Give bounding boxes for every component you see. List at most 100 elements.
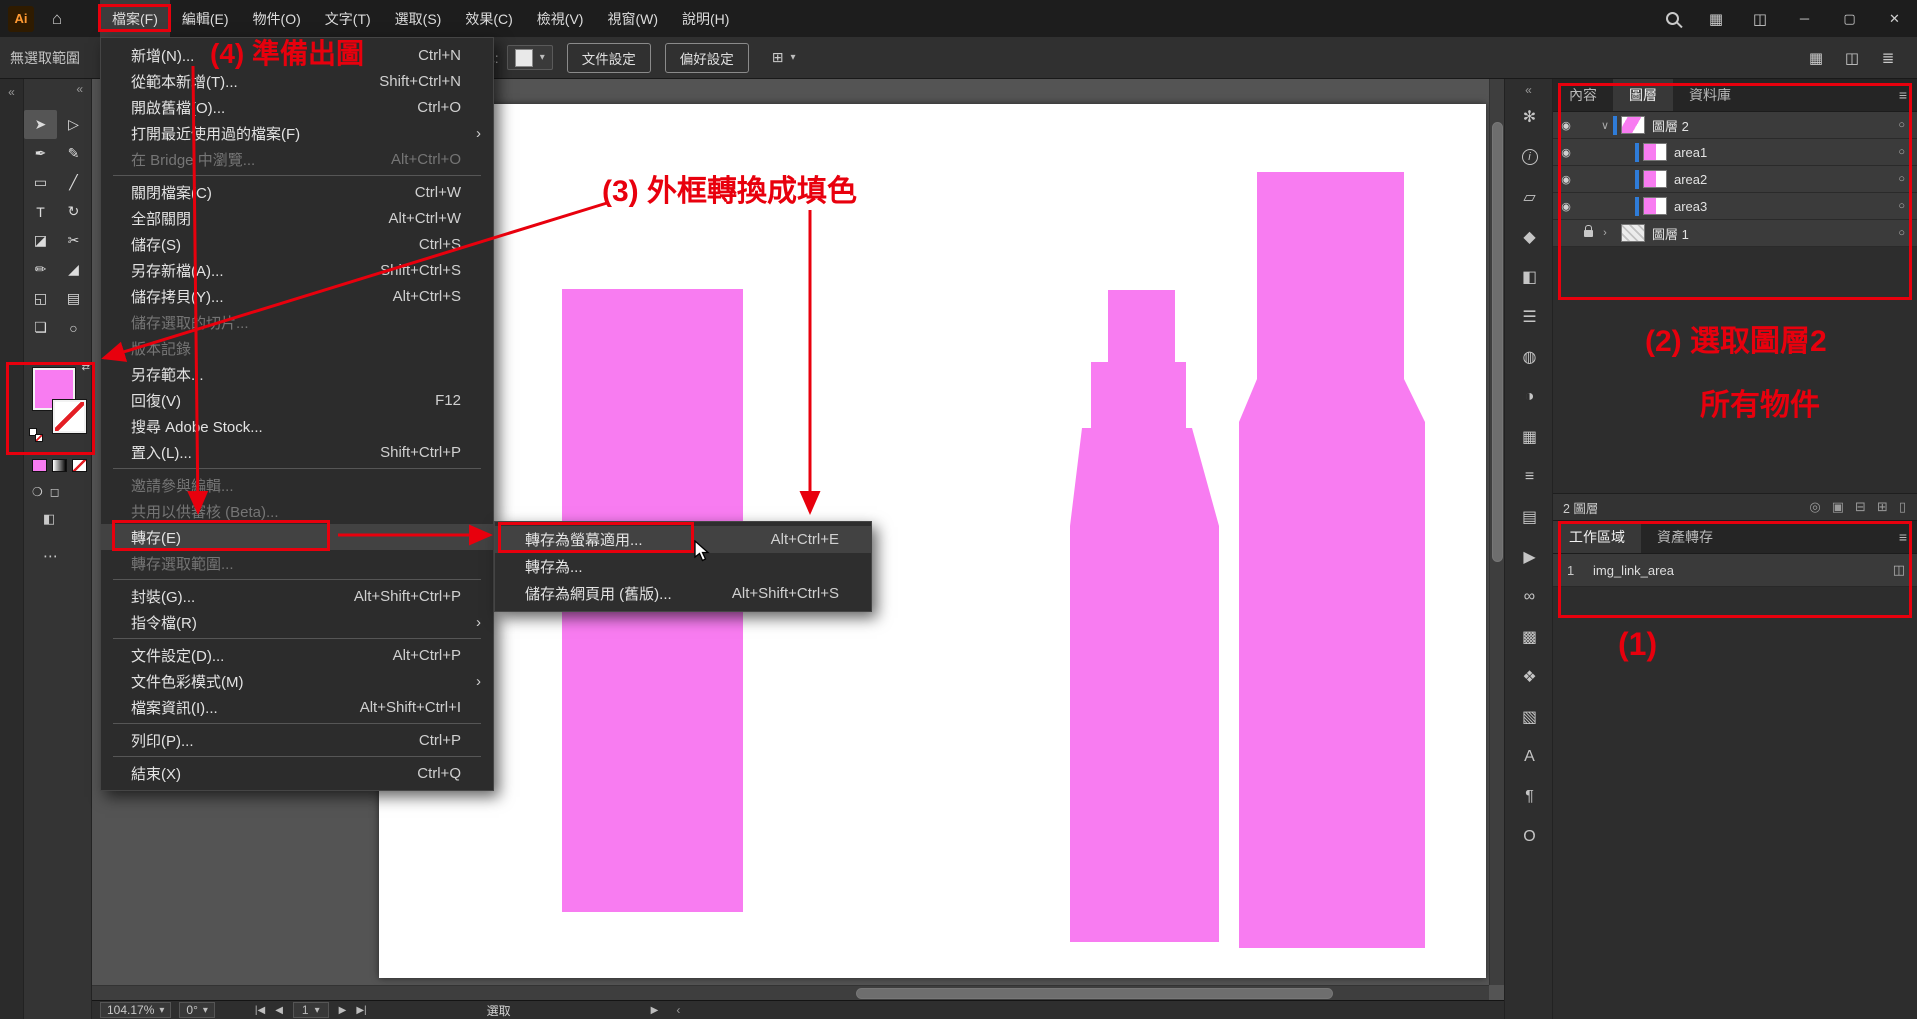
export-submenu-item[interactable]: 儲存為網頁用 (舊版)... Alt+Shift+Ctrl+S bbox=[495, 580, 871, 607]
tile-documents-icon[interactable]: ◫ bbox=[1837, 39, 1867, 76]
screen-mode-icon[interactable]: ◧ bbox=[43, 511, 55, 526]
new-layer-icon[interactable]: ⊞ bbox=[1877, 499, 1888, 515]
file-menu-item[interactable]: 文件色彩模式(M) › bbox=[101, 668, 493, 694]
document-layout-icon[interactable]: ◫ bbox=[1738, 0, 1782, 37]
draw-normal-icon[interactable]: ❍ bbox=[32, 485, 43, 499]
apply-none-button[interactable] bbox=[72, 459, 87, 472]
selection-tool[interactable]: ➤ bbox=[24, 110, 57, 139]
file-menu-item[interactable] bbox=[113, 638, 481, 639]
first-artboard-button[interactable]: |◀ bbox=[255, 1005, 265, 1016]
info-icon[interactable]: i bbox=[1505, 137, 1554, 177]
artboard-row[interactable]: 1 img_link_area ◫ bbox=[1553, 554, 1917, 587]
artboard-row-name[interactable]: img_link_area bbox=[1593, 563, 1893, 578]
bottle-large-shape[interactable] bbox=[1239, 172, 1425, 948]
swatches-icon[interactable]: ◍ bbox=[1505, 337, 1554, 377]
file-menu-item[interactable]: 邀請參與編輯... bbox=[101, 472, 493, 498]
artboard-icon[interactable]: ◫ bbox=[1893, 562, 1905, 578]
layer-row[interactable]: ◉ ∨ 圖層 2 ○ bbox=[1553, 112, 1917, 139]
status-play-icon[interactable]: ▶ bbox=[651, 1005, 659, 1016]
bottle-small-shape[interactable] bbox=[1070, 290, 1219, 942]
panel-tab[interactable]: 圖層 bbox=[1613, 79, 1673, 111]
stroke-icon[interactable]: ☰ bbox=[1505, 297, 1554, 337]
links-icon[interactable]: ∞ bbox=[1505, 577, 1554, 617]
file-menu-item[interactable]: 結束(X) Ctrl+Q bbox=[101, 760, 493, 786]
blob-icon[interactable]: ◆ bbox=[1505, 217, 1554, 257]
menubar-item[interactable]: 檔案(F) bbox=[100, 0, 170, 37]
vertical-scrollbar-thumb[interactable] bbox=[1492, 122, 1503, 562]
file-menu-item[interactable] bbox=[113, 579, 481, 580]
layer-name[interactable]: 圖層 1 bbox=[1652, 224, 1898, 243]
file-menu-item[interactable]: 文件設定(D)... Alt+Ctrl+P bbox=[101, 642, 493, 668]
arrange-documents-icon[interactable]: ▦ bbox=[1801, 39, 1831, 76]
layer-thumbnail[interactable] bbox=[1643, 197, 1667, 215]
menubar-item[interactable]: 編輯(E) bbox=[170, 0, 241, 37]
lock-icon[interactable] bbox=[1584, 230, 1593, 237]
file-menu-item[interactable]: 儲存拷貝(Y)... Alt+Ctrl+S bbox=[101, 283, 493, 309]
swap-fill-stroke-icon[interactable]: ⇄ bbox=[82, 362, 90, 373]
horizontal-scrollbar[interactable] bbox=[92, 985, 1489, 1000]
rotation-dropdown[interactable]: 0° ▾ bbox=[179, 1002, 215, 1018]
file-menu-item[interactable]: 儲存選取的切片... bbox=[101, 309, 493, 335]
minimize-icon[interactable]: ─ bbox=[1782, 0, 1827, 37]
layer-thumbnail[interactable] bbox=[1643, 170, 1667, 188]
search-icon[interactable] bbox=[1650, 0, 1694, 37]
menubar-item[interactable]: 文字(T) bbox=[313, 0, 383, 37]
file-menu-item[interactable]: 新增(N)... Ctrl+N bbox=[101, 42, 493, 68]
expand-chevron-icon[interactable]: › bbox=[1597, 227, 1613, 239]
menubar-item[interactable]: 選取(S) bbox=[383, 0, 454, 37]
rotate-tool[interactable]: ↻ bbox=[57, 197, 90, 226]
appearance-icon[interactable]: ≡ bbox=[1505, 457, 1554, 497]
rectangle-tool[interactable]: ▭ bbox=[24, 168, 57, 197]
file-menu-item[interactable]: 從範本新增(T)... Shift+Ctrl+N bbox=[101, 68, 493, 94]
transparency-icon[interactable]: ◑ bbox=[1505, 377, 1554, 417]
document-setup-button[interactable]: 文件設定 bbox=[567, 43, 651, 73]
export-submenu-item[interactable]: 轉存為螢幕適用... Alt+Ctrl+E bbox=[495, 526, 871, 553]
file-menu-item[interactable]: 檔案資訊(I)... Alt+Shift+Ctrl+I bbox=[101, 694, 493, 720]
zoom-level-dropdown[interactable]: 104.17% ▾ bbox=[100, 1002, 171, 1018]
layer-thumbnail[interactable] bbox=[1643, 143, 1667, 161]
file-menu-item[interactable]: 轉存選取範圍... bbox=[101, 550, 493, 576]
collapse-dock-icon[interactable]: « bbox=[8, 85, 15, 99]
file-menu-item[interactable]: 在 Bridge 中瀏覽... Alt+Ctrl+O bbox=[101, 146, 493, 172]
artboard-number-dropdown[interactable]: 1 ▾ bbox=[293, 1002, 329, 1018]
menubar-item[interactable]: 視窗(W) bbox=[595, 0, 670, 37]
apply-gradient-button[interactable] bbox=[52, 459, 67, 472]
file-menu-item[interactable]: 儲存(S) Ctrl+S bbox=[101, 231, 493, 257]
panel-menu-icon[interactable]: ≣ bbox=[1873, 39, 1903, 76]
maximize-icon[interactable]: ▢ bbox=[1827, 0, 1872, 37]
preferences-button[interactable]: 偏好設定 bbox=[665, 43, 749, 73]
file-menu-item[interactable]: 共用以供審核 (Beta)... bbox=[101, 498, 493, 524]
layer-name[interactable]: 圖層 2 bbox=[1652, 116, 1898, 135]
file-menu-item[interactable]: 封裝(G)... Alt+Shift+Ctrl+P bbox=[101, 583, 493, 609]
pathfinder-icon[interactable]: ▦ bbox=[1505, 417, 1554, 457]
statusbar-handle-icon[interactable]: ‹ bbox=[676, 1003, 680, 1017]
transform-icon[interactable]: ▱ bbox=[1505, 177, 1554, 217]
default-fill-stroke-icon[interactable] bbox=[29, 428, 43, 442]
panel-tab[interactable]: 資料庫 bbox=[1673, 79, 1747, 111]
scissors-tool[interactable]: ✂ bbox=[57, 226, 90, 255]
layer-name[interactable]: area2 bbox=[1674, 172, 1898, 187]
visibility-eye-icon[interactable]: ◉ bbox=[1561, 146, 1571, 159]
last-artboard-button[interactable]: ▶| bbox=[356, 1005, 366, 1016]
menubar-item[interactable]: 物件(O) bbox=[241, 0, 313, 37]
draw-behind-icon[interactable]: ◻ bbox=[50, 485, 60, 499]
paintbrush-tool[interactable]: ✏ bbox=[24, 255, 57, 284]
layer-name[interactable]: area1 bbox=[1674, 145, 1898, 160]
file-menu-item[interactable] bbox=[113, 468, 481, 469]
collapse-toolbar-icon[interactable]: « bbox=[24, 79, 91, 96]
home-icon[interactable]: ⌂ bbox=[42, 0, 72, 37]
visibility-eye-icon[interactable]: ◉ bbox=[1561, 173, 1571, 186]
pen-tool[interactable]: ✒ bbox=[24, 139, 57, 168]
target-circle-icon[interactable]: ○ bbox=[1898, 200, 1905, 212]
file-menu-item[interactable]: 打開最近使用過的檔案(F) › bbox=[101, 120, 493, 146]
layer-row[interactable]: ◉ area3 ○ bbox=[1553, 193, 1917, 220]
file-menu-item[interactable] bbox=[113, 175, 481, 176]
visibility-eye-icon[interactable]: ◉ bbox=[1561, 119, 1571, 132]
layer-row[interactable]: ◉ › 圖層 1 ○ bbox=[1553, 220, 1917, 247]
new-sublayer-icon[interactable]: ⊟ bbox=[1855, 499, 1866, 515]
stroke-color-swatch[interactable] bbox=[53, 400, 86, 433]
image-trace-icon[interactable]: ▧ bbox=[1505, 697, 1554, 737]
file-menu-item[interactable]: 指令檔(R) › bbox=[101, 609, 493, 635]
target-circle-icon[interactable]: ○ bbox=[1898, 119, 1905, 131]
pattern-icon[interactable]: ▩ bbox=[1505, 617, 1554, 657]
